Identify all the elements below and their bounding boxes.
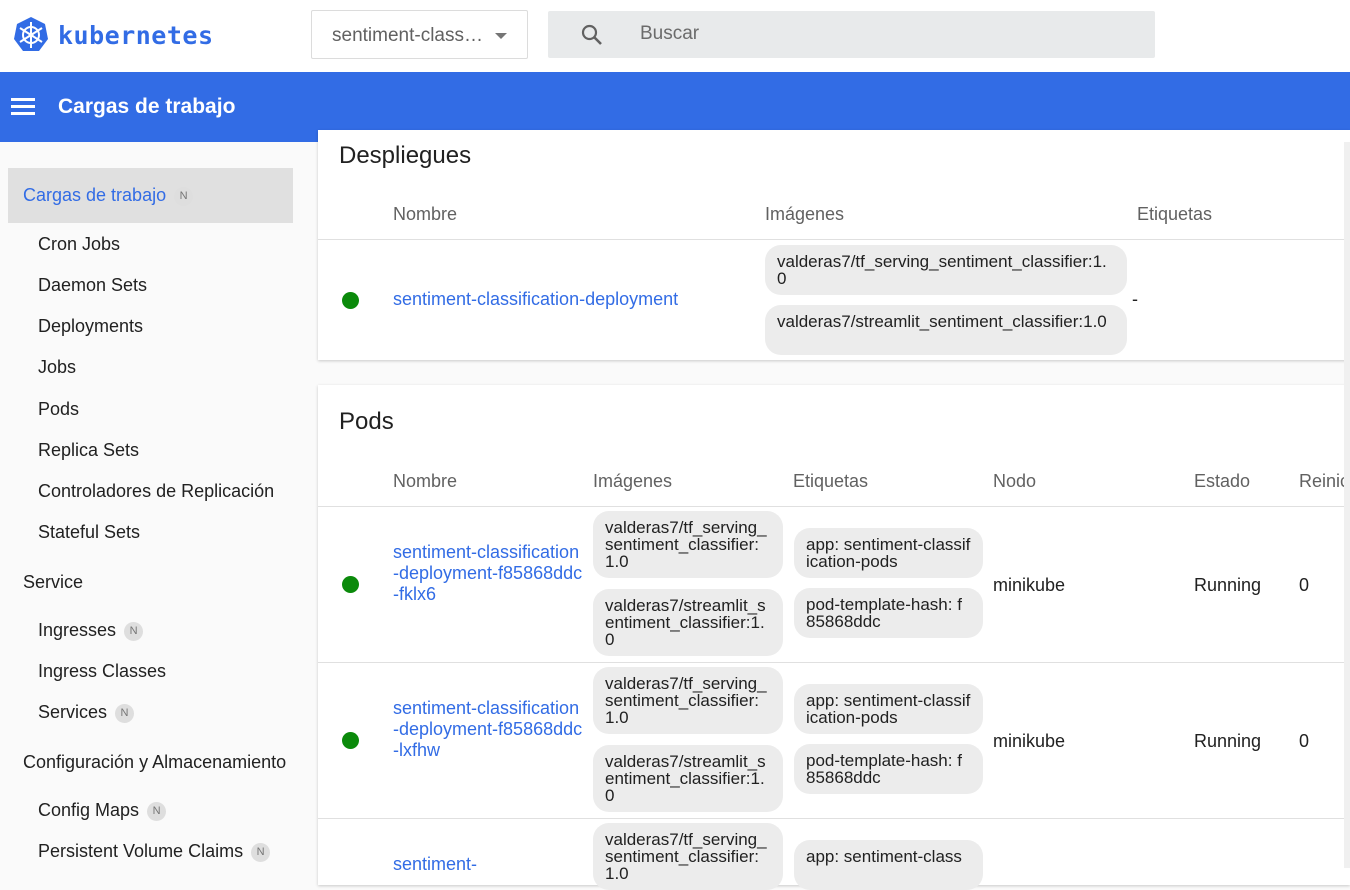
namespaced-badge: N [124, 621, 144, 641]
sidebar: Cargas de trabajo N Cron Jobs Daemon Sets… [0, 142, 317, 868]
status-value: Running [1194, 731, 1262, 751]
search-icon [581, 24, 602, 45]
restarts-value: 0 [1299, 731, 1310, 751]
deployment-name-link[interactable]: sentiment-classification-deployment [393, 289, 678, 310]
deployments-title: Despliegues [339, 142, 472, 169]
sidebar-item-services[interactable]: Services N [38, 702, 135, 723]
column-header-restarts[interactable]: Reinici [1299, 471, 1350, 492]
namespaced-badge: N [115, 703, 135, 723]
status-running-icon [342, 292, 359, 309]
node-value: minikube [993, 575, 1066, 595]
sidebar-item-label: Cargas de trabajo N [23, 185, 194, 206]
label-chip: pod-template-hash: f85868ddc [794, 744, 983, 794]
sidebar-section-config-storage[interactable]: Configuración y Almacenamiento [23, 752, 286, 773]
search-bar[interactable] [548, 11, 1155, 58]
sidebar-item-cargas-de-trabajo[interactable]: Cargas de trabajo N [8, 168, 293, 223]
column-header-labels: Etiquetas [1137, 204, 1213, 224]
restarts-value: 0 [1299, 575, 1310, 595]
sidebar-item-ingresses[interactable]: Ingresses N [38, 620, 144, 641]
sidebar-item-replication-controllers[interactable]: Controladores de Replicación [38, 481, 274, 502]
sidebar-item-config-maps[interactable]: Config Maps N [38, 800, 167, 821]
pod-name-link[interactable]: sentiment-classification-deployment-f858… [393, 698, 583, 761]
labels-value: - [1132, 289, 1138, 309]
status-running-icon [342, 576, 359, 593]
column-header-images: Imágenes [593, 471, 673, 491]
menu-icon[interactable] [11, 98, 35, 116]
sidebar-section-service[interactable]: Service [23, 572, 83, 593]
divider [318, 239, 1350, 240]
namespace-selector[interactable]: sentiment-class… [311, 10, 528, 59]
namespaced-badge: N [251, 842, 271, 862]
label-chip: app: sentiment-classification-pods [794, 684, 983, 734]
namespaced-badge: N [147, 801, 167, 821]
label-chip: pod-template-hash: f85868ddc [794, 588, 983, 638]
top-bar: kubernetes sentiment-class… [0, 0, 1350, 72]
sidebar-item-ingress-classes[interactable]: Ingress Classes [38, 661, 166, 682]
column-header-images: Imágenes [765, 204, 845, 224]
image-chip: valderas7/streamlit_sentiment_classifier… [593, 745, 783, 812]
sidebar-item-cron-jobs[interactable]: Cron Jobs [38, 234, 120, 255]
deployments-card: Despliegues Nombre Imágenes Etiquetas se… [318, 130, 1350, 360]
label-chip: app: sentiment-class [794, 840, 983, 890]
page-title: Cargas de trabajo [58, 95, 236, 118]
column-header-node[interactable]: Nodo [993, 471, 1036, 492]
divider [318, 662, 1350, 663]
kubernetes-logo[interactable]: kubernetes [12, 16, 214, 54]
sidebar-item-stateful-sets[interactable]: Stateful Sets [38, 522, 140, 543]
sidebar-item-daemon-sets[interactable]: Daemon Sets [38, 275, 147, 296]
pod-name-link[interactable]: sentiment-classification-deployment-f858… [393, 542, 583, 605]
label-chip: app: sentiment-classification-pods [794, 528, 983, 578]
status-running-icon [342, 732, 359, 749]
sidebar-item-deployments[interactable]: Deployments [38, 316, 143, 337]
pods-title: Pods [339, 408, 394, 435]
logo-text: kubernetes [58, 20, 214, 50]
image-chip: valderas7/tf_serving_sentiment_classifie… [593, 823, 783, 890]
namespaced-badge: N [174, 186, 194, 206]
dropdown-caret-icon [495, 33, 507, 39]
node-value: minikube [993, 731, 1066, 751]
image-chip: valderas7/tf_serving_sentiment_classifie… [765, 245, 1127, 295]
sidebar-item-pods[interactable]: Pods [38, 399, 79, 420]
search-input[interactable] [640, 21, 1120, 47]
image-chip: valderas7/streamlit_sentiment_classifier… [593, 589, 783, 656]
divider [318, 506, 1350, 507]
namespace-value: sentiment-class… [332, 25, 483, 46]
pods-card: Pods Nombre Imágenes Etiquetas Nodo Esta… [318, 385, 1350, 890]
status-value: Running [1194, 575, 1262, 595]
kubernetes-wheel-icon [14, 17, 48, 51]
image-chip: valderas7/tf_serving_sentiment_classifie… [593, 667, 783, 734]
divider [318, 818, 1350, 819]
pod-name-link[interactable]: sentiment- [393, 854, 477, 875]
image-chip: valderas7/streamlit_sentiment_classifier… [765, 305, 1127, 355]
column-header-labels: Etiquetas [793, 471, 869, 491]
image-chip: valderas7/tf_serving_sentiment_classifie… [593, 511, 783, 578]
column-header-status[interactable]: Estado [1194, 471, 1250, 492]
sidebar-item-persistent-volume-claims[interactable]: Persistent Volume Claims N [38, 841, 271, 862]
column-header-name[interactable]: Nombre [393, 471, 457, 492]
column-header-name[interactable]: Nombre [393, 204, 457, 225]
sidebar-item-jobs[interactable]: Jobs [38, 357, 76, 378]
sidebar-item-replica-sets[interactable]: Replica Sets [38, 440, 139, 461]
content-scrollbar[interactable] [1344, 142, 1350, 868]
